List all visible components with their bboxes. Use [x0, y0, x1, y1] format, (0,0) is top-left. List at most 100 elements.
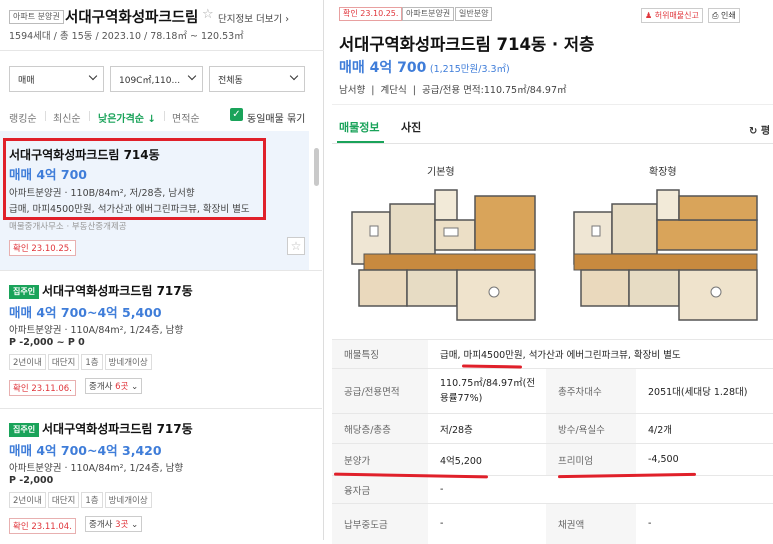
agent-count: 6곳: [115, 382, 129, 392]
chip: 2년이내: [9, 354, 46, 370]
label-area: 공급/전용면적: [332, 368, 428, 414]
tab-divider: [332, 143, 773, 144]
star-icon[interactable]: ☆: [287, 237, 305, 255]
favorite-star-icon[interactable]: ☆: [202, 7, 214, 22]
card-divider: [0, 270, 322, 271]
confirm-tag: 확인 23.10.25.: [339, 7, 403, 21]
chevron-down-icon: ⌄: [131, 382, 139, 392]
tab-listing-info[interactable]: 매물정보: [339, 119, 379, 135]
detail-title: 서대구역화성파크드림 714동 · 저층: [339, 35, 595, 54]
floor-plan-basic[interactable]: [344, 182, 544, 324]
agent-count-dropdown[interactable]: 중개사 3곳 ⌄: [85, 516, 143, 532]
type-tag: 아파트분양권: [402, 7, 455, 21]
value-sale-price: 4억5,200: [428, 443, 546, 476]
label-sale-price: 분양가: [332, 443, 428, 476]
listing-title[interactable]: 서대구역화성파크드림 717동: [42, 282, 193, 299]
sort-lowest-price[interactable]: 낮은가격순 ↓: [98, 110, 156, 125]
label-premium: 프리미엄: [546, 443, 636, 476]
owner-badge: 집주인: [9, 285, 40, 299]
print-button[interactable]: ⎙ 인쇄: [708, 8, 740, 23]
detail-price-per-area: (1,215만원/3.3㎡): [429, 64, 510, 75]
plan-label-extended: 확장형: [649, 167, 677, 178]
deal-type-select[interactable]: 매매: [9, 66, 104, 92]
info-row: 분양가 4억5,200 프리미엄 -4,500: [332, 443, 773, 476]
listing-agency: 매물중개사무소 · 부동산중개제공: [9, 222, 127, 232]
dong-value: 전체동: [218, 76, 243, 86]
dong-select[interactable]: 전체동: [209, 66, 305, 92]
sort-area[interactable]: 면적순: [172, 110, 200, 125]
report-button[interactable]: ♟ 허위매물신고: [641, 8, 703, 23]
confirm-date: 확인 23.11.04.: [9, 518, 76, 534]
chevron-right-icon: ›: [282, 14, 290, 25]
area-unit-label: 평: [760, 126, 771, 137]
chevron-down-icon: [289, 71, 299, 81]
listing-chips: 2년이내 대단지 1층 방네개이상: [9, 354, 154, 370]
sort-ranking[interactable]: 랭킹순: [9, 110, 37, 125]
listing-title[interactable]: 서대구역화성파크드림 717동: [42, 420, 193, 437]
listing-price: 매매 4억 700~4억 5,400: [9, 305, 162, 320]
value-bond: -: [636, 503, 773, 544]
chip: 대단지: [47, 354, 80, 370]
chevron-down-icon: ⌄: [131, 520, 139, 530]
area-value: 109C㎡,110...: [119, 76, 181, 86]
floor-plan-extended[interactable]: [566, 182, 766, 324]
agent-count: 3곳: [115, 520, 129, 530]
label-floor: 해당층/총층: [332, 413, 428, 444]
area-unit-toggle[interactable]: ↻ 평: [749, 122, 770, 137]
owner-badge: 집주인: [9, 423, 40, 437]
print-label: 인쇄: [720, 11, 736, 20]
same-listing-checkbox[interactable]: ✓: [230, 108, 243, 121]
value-middle-payment: -: [428, 503, 546, 544]
detail-price-row: 매매 4억 700 (1,215만원/3.3㎡): [339, 57, 510, 77]
sort-divider: [45, 111, 46, 121]
listing-premium: P -2,000 ~ P 0: [9, 337, 85, 348]
area-select[interactable]: 109C㎡,110...: [110, 66, 203, 92]
listing-premium: P -2,000: [9, 475, 54, 486]
plan-label-basic: 기본형: [427, 167, 455, 178]
same-listing-label: 동일매물 묶기: [247, 114, 306, 125]
chevron-down-icon: [88, 71, 98, 81]
refresh-icon: ↻: [749, 126, 758, 137]
card-divider: [0, 408, 322, 409]
value-parking: 2051대(세대당 1.28대): [636, 368, 773, 414]
info-row: 공급/전용면적 110.75㎡/84.97㎡(전용률77%) 총주차대수 205…: [332, 368, 773, 414]
info-row: 매물특징 급매, 마피4500만원, 석가산과 에버그린파크뷰, 확장비 별도: [332, 339, 773, 369]
chip: 대단지: [47, 492, 80, 508]
info-row: 납부중도금 - 채권액 -: [332, 503, 773, 544]
chip: 1층: [81, 492, 103, 508]
agent-count-dropdown[interactable]: 중개사 6곳 ⌄: [85, 378, 143, 394]
complex-title[interactable]: 서대구역화성파크드림: [65, 6, 198, 27]
chevron-down-icon: [187, 71, 197, 81]
detail-summary: 남서향 | 계단식 | 공급/전용 면적:110.75㎡/84.97㎡: [339, 85, 567, 96]
listing-info-table: 매물특징 급매, 마피4500만원, 석가산과 에버그린파크뷰, 확장비 별도 …: [332, 339, 773, 544]
value-floor: 저/28층: [428, 413, 546, 444]
report-label: 허위매물신고: [654, 11, 699, 20]
detail-price: 매매 4억 700: [339, 60, 427, 76]
agent-label: 중개사: [89, 520, 113, 530]
label-middle-payment: 납부중도금: [332, 503, 428, 544]
sort-divider: [164, 111, 165, 121]
value-area: 110.75㎡/84.97㎡(전용률77%): [428, 368, 546, 414]
print-icon: ⎙: [712, 11, 719, 20]
complex-meta: 1594세대 / 총 15동 / 2023.10 / 78.18㎡ ~ 120.…: [9, 31, 244, 42]
label-loan: 융자금: [332, 475, 428, 504]
complex-info-link[interactable]: 단지정보 더보기 ›: [218, 11, 289, 25]
agent-label: 중개사: [89, 382, 113, 392]
sale-tag: 일반분양: [455, 7, 493, 21]
listing-chips: 2년이내 대단지 1층 방네개이상: [9, 492, 154, 508]
complex-type-tag: 아파트 분양권: [9, 10, 64, 24]
chip: 방네개이상: [104, 492, 152, 508]
info-row: 해당층/총층 저/28층 방수/욕실수 4/2개: [332, 413, 773, 444]
summary-divider: [332, 104, 773, 105]
deal-type-value: 매매: [18, 76, 35, 86]
siren-icon: ♟: [645, 11, 653, 20]
value-premium: -4,500: [636, 443, 773, 476]
value-rooms: 4/2개: [636, 413, 773, 444]
card-scrollbar[interactable]: [314, 148, 319, 186]
sort-latest[interactable]: 최신순: [53, 110, 81, 125]
chip: 방네개이상: [104, 354, 152, 370]
listing-spec: 아파트분양권 · 110A/84m², 1/24층, 남향: [9, 325, 184, 336]
chip: 2년이내: [9, 492, 46, 508]
tab-photos[interactable]: 사진: [401, 119, 421, 135]
chip: 1층: [81, 354, 103, 370]
